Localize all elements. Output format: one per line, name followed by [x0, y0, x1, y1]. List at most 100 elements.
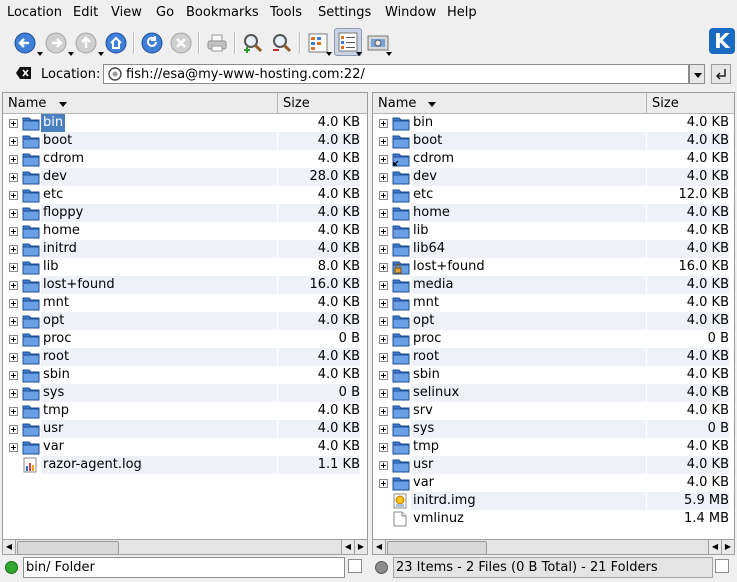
expand-icon[interactable] [379, 227, 388, 236]
expand-icon[interactable] [379, 119, 388, 128]
expand-icon[interactable] [379, 173, 388, 182]
file-row[interactable]: floppy 4.0 KB [3, 204, 367, 222]
detailed-view-dropdown-icon[interactable] [356, 52, 362, 56]
file-row[interactable]: root 4.0 KB [373, 348, 734, 366]
file-row[interactable]: opt 4.0 KB [373, 312, 734, 330]
expand-icon[interactable] [379, 137, 388, 146]
expand-icon[interactable] [379, 209, 388, 218]
menu-tools[interactable]: Tools [270, 5, 302, 20]
expand-icon[interactable] [379, 191, 388, 200]
link-view-checkbox[interactable] [715, 559, 729, 573]
file-row[interactable]: initrd.img 5.9 MB [373, 492, 734, 510]
reload-button[interactable] [138, 29, 166, 57]
expand-icon[interactable] [9, 389, 18, 398]
expand-icon[interactable] [9, 227, 18, 236]
scroll-thumb[interactable] [387, 541, 487, 555]
file-row[interactable]: boot 4.0 KB [3, 132, 367, 150]
expand-icon[interactable] [379, 281, 388, 290]
size-column-header[interactable]: Size [283, 96, 310, 111]
right-file-panel[interactable]: Name Size bin 4.0 KB boot 4.0 KB cdrom 4.0 KB… [372, 92, 735, 540]
file-row[interactable]: cdrom 4.0 KB [3, 150, 367, 168]
up-button[interactable] [72, 29, 100, 57]
file-row[interactable]: initrd 4.0 KB [3, 240, 367, 258]
file-row[interactable]: sbin 4.0 KB [373, 366, 734, 384]
expand-icon[interactable] [9, 173, 18, 182]
go-button[interactable] [711, 64, 731, 84]
file-row[interactable]: var 4.0 KB [373, 474, 734, 492]
expand-icon[interactable] [9, 353, 18, 362]
file-row[interactable]: lib 8.0 KB [3, 258, 367, 276]
expand-icon[interactable] [379, 299, 388, 308]
file-row[interactable]: proc 0 B [3, 330, 367, 348]
expand-icon[interactable] [379, 407, 388, 416]
scroll-right-icon[interactable]: ▶ [721, 540, 734, 554]
expand-icon[interactable] [379, 371, 388, 380]
expand-icon[interactable] [379, 479, 388, 488]
file-row[interactable]: tmp 4.0 KB [373, 438, 734, 456]
file-row[interactable]: root 4.0 KB [3, 348, 367, 366]
home-button[interactable] [102, 29, 130, 57]
menu-edit[interactable]: Edit [73, 5, 98, 20]
expand-icon[interactable] [9, 425, 18, 434]
menu-bookmarks[interactable]: Bookmarks [186, 5, 259, 20]
location-input[interactable]: fish://esa@my-www-hosting.com:22/ [103, 64, 689, 84]
print-button[interactable] [203, 29, 231, 57]
file-row[interactable]: etc 4.0 KB [3, 186, 367, 204]
file-row[interactable]: bin 4.0 KB [373, 114, 734, 132]
file-row[interactable]: lost+found 16.0 KB [3, 276, 367, 294]
file-row[interactable]: bin 4.0 KB [3, 114, 367, 132]
right-horizontal-scrollbar[interactable]: ◀ ◀ ▶ [372, 539, 735, 555]
file-row[interactable]: media 4.0 KB [373, 276, 734, 294]
file-row[interactable]: var 4.0 KB [3, 438, 367, 456]
location-history-dropdown[interactable] [689, 64, 705, 84]
file-row[interactable]: sbin 4.0 KB [3, 366, 367, 384]
file-row[interactable]: dev 28.0 KB [3, 168, 367, 186]
expand-icon[interactable] [379, 155, 388, 164]
file-row[interactable]: boot 4.0 KB [373, 132, 734, 150]
file-row[interactable]: usr 4.0 KB [3, 420, 367, 438]
file-row[interactable]: usr 4.0 KB [373, 456, 734, 474]
file-row[interactable]: selinux 4.0 KB [373, 384, 734, 402]
scroll-left-icon[interactable]: ◀ [708, 540, 721, 554]
expand-icon[interactable] [9, 371, 18, 380]
expand-icon[interactable] [9, 137, 18, 146]
zoom-in-button[interactable] [239, 29, 267, 57]
expand-icon[interactable] [379, 263, 388, 272]
link-view-checkbox[interactable] [348, 559, 362, 573]
size-column-header[interactable]: Size [652, 96, 679, 111]
expand-icon[interactable] [9, 299, 18, 308]
file-row[interactable]: home 4.0 KB [373, 204, 734, 222]
expand-icon[interactable] [379, 443, 388, 452]
file-row[interactable]: tmp 4.0 KB [3, 402, 367, 420]
expand-icon[interactable] [9, 317, 18, 326]
file-row[interactable]: vmlinuz 1.4 MB [373, 510, 734, 528]
left-horizontal-scrollbar[interactable]: ◀ ◀ ▶ [2, 539, 368, 555]
file-row[interactable]: opt 4.0 KB [3, 312, 367, 330]
menu-go[interactable]: Go [156, 5, 174, 20]
file-row[interactable]: mnt 4.0 KB [3, 294, 367, 312]
file-row[interactable]: sys 0 B [3, 384, 367, 402]
expand-icon[interactable] [9, 281, 18, 290]
zoom-out-button[interactable] [268, 29, 296, 57]
name-column-header[interactable]: Name [8, 96, 46, 111]
menu-settings[interactable]: Settings [318, 5, 371, 20]
back-button[interactable] [11, 29, 39, 57]
file-row[interactable]: razor-agent.log 1.1 KB [3, 456, 367, 474]
expand-icon[interactable] [379, 353, 388, 362]
expand-icon[interactable] [9, 335, 18, 344]
stop-button[interactable] [167, 29, 195, 57]
expand-icon[interactable] [9, 443, 18, 452]
expand-icon[interactable] [9, 263, 18, 272]
menu-help[interactable]: Help [447, 5, 477, 20]
scroll-right-icon[interactable]: ▶ [354, 540, 367, 554]
expand-icon[interactable] [379, 425, 388, 434]
scroll-left-icon[interactable]: ◀ [341, 540, 354, 554]
menu-window[interactable]: Window [385, 5, 436, 20]
expand-icon[interactable] [9, 191, 18, 200]
expand-icon[interactable] [379, 317, 388, 326]
expand-icon[interactable] [379, 461, 388, 470]
file-row[interactable]: home 4.0 KB [3, 222, 367, 240]
file-row[interactable]: lost+found 16.0 KB [373, 258, 734, 276]
expand-icon[interactable] [379, 335, 388, 344]
scroll-left-icon[interactable]: ◀ [373, 540, 386, 554]
